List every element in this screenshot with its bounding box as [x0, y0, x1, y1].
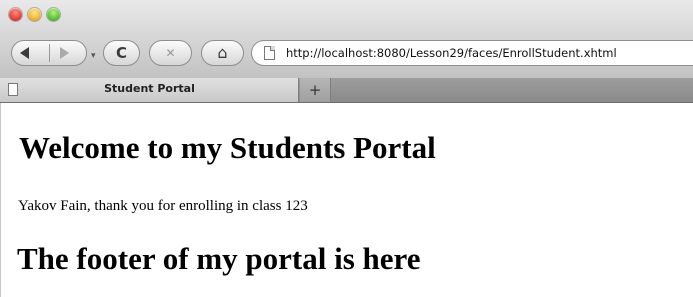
address-bar[interactable]: http://localhost:8080/Lesson29/faces/Enr…: [251, 40, 693, 66]
page-title: Welcome to my Students Portal: [19, 130, 436, 165]
back-arrow-icon[interactable]: [20, 47, 29, 59]
browser-window: ▾ C ✕ ⌂ http://localhost:8080/Lesson29/f…: [0, 0, 693, 297]
page-content: Welcome to my Students Portal Yakov Fain…: [0, 103, 693, 297]
window-edge: [0, 103, 1, 297]
browser-toolbar: ▾ C ✕ ⌂ http://localhost:8080/Lesson29/f…: [0, 0, 693, 79]
footer-heading: The footer of my portal is here: [17, 241, 421, 276]
home-icon: ⌂: [217, 43, 228, 62]
stop-button[interactable]: ✕: [149, 40, 192, 66]
reload-button[interactable]: C: [103, 40, 140, 66]
close-window-icon[interactable]: [9, 8, 22, 21]
home-button[interactable]: ⌂: [201, 40, 244, 66]
new-tab-button[interactable]: +: [300, 78, 331, 102]
url-text[interactable]: http://localhost:8080/Lesson29/faces/Enr…: [286, 46, 617, 60]
nav-divider: [49, 44, 50, 62]
history-dropdown-icon[interactable]: ▾: [91, 51, 96, 61]
stop-icon: ✕: [165, 46, 176, 60]
plus-icon: +: [308, 81, 322, 99]
reload-icon: C: [115, 43, 127, 62]
back-forward-group: [11, 40, 87, 66]
page-icon: [264, 46, 275, 60]
tab-title: Student Portal: [104, 82, 195, 95]
tab-student-portal[interactable]: Student Portal: [0, 78, 299, 102]
forward-arrow-icon[interactable]: [60, 47, 69, 59]
tab-bar: Student Portal +: [0, 78, 693, 103]
enrollment-message: Yakov Fain, thank you for enrolling in c…: [18, 198, 308, 214]
zoom-window-icon[interactable]: [47, 8, 60, 21]
minimize-window-icon[interactable]: [28, 8, 41, 21]
